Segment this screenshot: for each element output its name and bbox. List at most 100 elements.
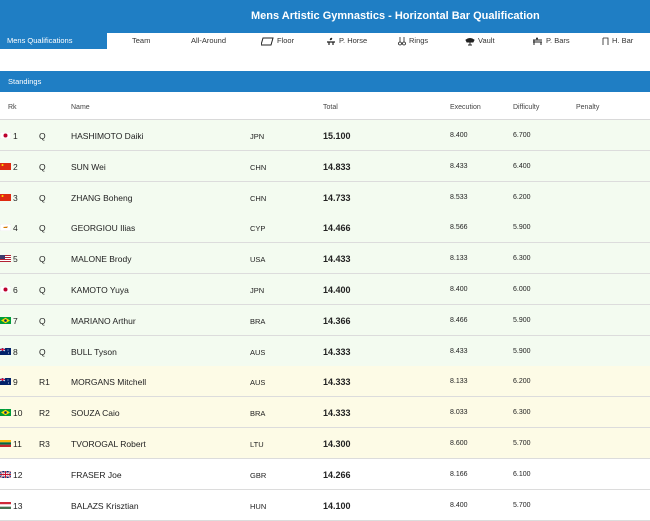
table-row[interactable]: 3 Q ZHANG Boheng CHN 14.733 8.533 6.200 bbox=[0, 181, 650, 213]
flag-icon bbox=[0, 470, 12, 480]
table-row[interactable]: 1 Q HASHIMOTO Daiki JPN 15.100 8.400 6.700 bbox=[0, 120, 650, 151]
parallel-bars-icon bbox=[533, 37, 542, 45]
difficulty-score: 6.700 bbox=[513, 132, 531, 139]
tab-floor[interactable]: Floor bbox=[261, 33, 294, 49]
qualification-cell: Q bbox=[39, 285, 46, 295]
athlete-name[interactable]: GEORGIOU Ilias bbox=[71, 223, 135, 233]
flag-icon bbox=[0, 131, 12, 141]
col-execution: Execution bbox=[450, 104, 481, 111]
table-row[interactable]: 2 Q SUN Wei CHN 14.833 8.433 6.400 bbox=[0, 150, 650, 182]
rank-cell: 9 bbox=[13, 377, 18, 388]
noc-code: BRA bbox=[250, 316, 266, 326]
total-score: 14.833 bbox=[323, 161, 351, 172]
noc-code: CHN bbox=[250, 162, 267, 172]
qualification-cell: Q bbox=[39, 131, 46, 141]
flag-icon bbox=[0, 439, 11, 449]
table-row[interactable]: 5 Q MALONE Brody USA 14.433 8.133 6.300 bbox=[0, 243, 650, 275]
athlete-name[interactable]: MORGANS Mitchell bbox=[71, 377, 146, 387]
table-row[interactable]: 8 Q BULL Tyson AUS 14.333 8.433 5.900 bbox=[0, 335, 650, 367]
athlete-name[interactable]: TVOROGAL Robert bbox=[71, 439, 146, 449]
execution-score: 8.533 bbox=[450, 193, 468, 201]
tab-label: Team bbox=[132, 36, 151, 45]
rank-cell: 10 bbox=[13, 408, 23, 419]
qualification-cell: Q bbox=[39, 161, 46, 172]
tab-pommel-horse[interactable]: P. Horse bbox=[326, 33, 367, 49]
flag-icon bbox=[0, 408, 11, 418]
qualification-cell: Q bbox=[39, 192, 46, 203]
noc-code: HUN bbox=[250, 501, 267, 511]
difficulty-score: 6.400 bbox=[513, 162, 531, 170]
execution-score: 8.400 bbox=[450, 132, 468, 139]
tab-team[interactable]: Team bbox=[132, 33, 150, 49]
difficulty-score: 6.300 bbox=[513, 409, 531, 417]
athlete-name[interactable]: FRASER Joe bbox=[71, 470, 122, 480]
standings-label: Standings bbox=[8, 77, 42, 86]
total-score: 14.433 bbox=[323, 254, 351, 265]
tab-parallel-bars[interactable]: P. Bars bbox=[532, 33, 570, 49]
noc-code: CYP bbox=[250, 224, 266, 234]
table-row[interactable]: 13 BALAZS Krisztian HUN 14.100 8.400 5.700 bbox=[0, 489, 650, 521]
athlete-name[interactable]: HASHIMOTO Daiki bbox=[71, 131, 144, 141]
col-name: Name bbox=[71, 104, 90, 111]
rings-icon bbox=[398, 36, 406, 45]
tab-all-around[interactable]: All-Around bbox=[191, 33, 226, 49]
qualification-cell: R3 bbox=[39, 439, 50, 449]
athlete-name[interactable]: MARIANO Arthur bbox=[71, 316, 136, 326]
page-title: Mens Artistic Gymnastics - Horizontal Ba… bbox=[251, 10, 540, 22]
total-score: 14.266 bbox=[323, 469, 351, 480]
difficulty-score: 6.000 bbox=[513, 286, 531, 293]
difficulty-score: 6.100 bbox=[513, 470, 531, 478]
table-row[interactable]: 4 Q GEORGIOU Ilias CYP 14.466 8.566 5.900 bbox=[0, 212, 650, 244]
total-score: 15.100 bbox=[323, 131, 351, 141]
qualification-cell: R2 bbox=[39, 408, 50, 419]
noc-code: USA bbox=[250, 255, 266, 265]
tab-label: P. Bars bbox=[546, 36, 570, 45]
total-score: 14.333 bbox=[323, 408, 351, 419]
execution-score: 8.133 bbox=[450, 255, 468, 263]
athlete-name[interactable]: SUN Wei bbox=[71, 162, 106, 172]
qualification-cell: Q bbox=[39, 315, 46, 326]
flag-icon bbox=[0, 347, 11, 357]
event-nav: Mens Qualifications Team All-Around Floo… bbox=[0, 33, 650, 49]
rank-cell: 8 bbox=[13, 346, 18, 357]
difficulty-score: 6.200 bbox=[513, 378, 531, 386]
col-total: Total bbox=[323, 104, 338, 111]
execution-score: 8.133 bbox=[450, 378, 468, 386]
athlete-name[interactable]: ZHANG Boheng bbox=[71, 193, 132, 203]
tab-label: P. Horse bbox=[339, 36, 368, 45]
table-row[interactable]: 10 R2 SOUZA Caio BRA 14.333 8.033 6.300 bbox=[0, 397, 650, 429]
total-score: 14.300 bbox=[323, 439, 351, 449]
table-row[interactable]: 11 R3 TVOROGAL Robert LTU 14.300 8.600 5.700 bbox=[0, 428, 650, 459]
col-rk: Rk bbox=[8, 104, 17, 111]
flag-icon bbox=[0, 377, 11, 387]
tab-label: H. Bar bbox=[612, 36, 634, 45]
rank-cell: 7 bbox=[13, 315, 18, 326]
total-score: 14.333 bbox=[323, 346, 351, 357]
table-row[interactable]: 7 Q MARIANO Arthur BRA 14.366 8.466 5.900 bbox=[0, 304, 650, 336]
total-score: 14.400 bbox=[323, 285, 351, 295]
table-row[interactable]: 12 FRASER Joe GBR 14.266 8.166 6.100 bbox=[0, 458, 650, 490]
rank-cell: 11 bbox=[13, 439, 22, 449]
athlete-name[interactable]: SOUZA Caio bbox=[71, 408, 120, 418]
tab-vault[interactable]: Vault bbox=[465, 33, 495, 49]
noc-code: AUS bbox=[250, 378, 266, 388]
difficulty-score: 6.300 bbox=[513, 255, 531, 263]
flag-icon bbox=[0, 162, 11, 172]
noc-code: LTU bbox=[250, 440, 264, 449]
rank-cell: 3 bbox=[13, 192, 18, 203]
athlete-name[interactable]: MALONE Brody bbox=[71, 254, 131, 264]
qualification-cell: Q bbox=[39, 346, 46, 357]
athlete-name[interactable]: BULL Tyson bbox=[71, 347, 117, 357]
qualification-cell: R1 bbox=[39, 377, 50, 388]
table-row[interactable]: 6 Q KAMOTO Yuya JPN 14.400 8.400 6.000 bbox=[0, 274, 650, 305]
tab-horizontal-bar[interactable]: H. Bar bbox=[602, 33, 633, 49]
vault-icon bbox=[465, 37, 475, 45]
tab-rings[interactable]: Rings bbox=[398, 33, 428, 49]
rank-cell: 6 bbox=[13, 285, 18, 295]
execution-score: 8.466 bbox=[450, 316, 468, 324]
execution-score: 8.433 bbox=[450, 347, 468, 355]
table-row[interactable]: 9 R1 MORGANS Mitchell AUS 14.333 8.133 6.200 bbox=[0, 366, 650, 398]
tab-mens-qualifications[interactable]: Mens Qualifications bbox=[0, 33, 107, 49]
athlete-name[interactable]: BALAZS Krisztian bbox=[71, 501, 139, 511]
athlete-name[interactable]: KAMOTO Yuya bbox=[71, 285, 129, 295]
